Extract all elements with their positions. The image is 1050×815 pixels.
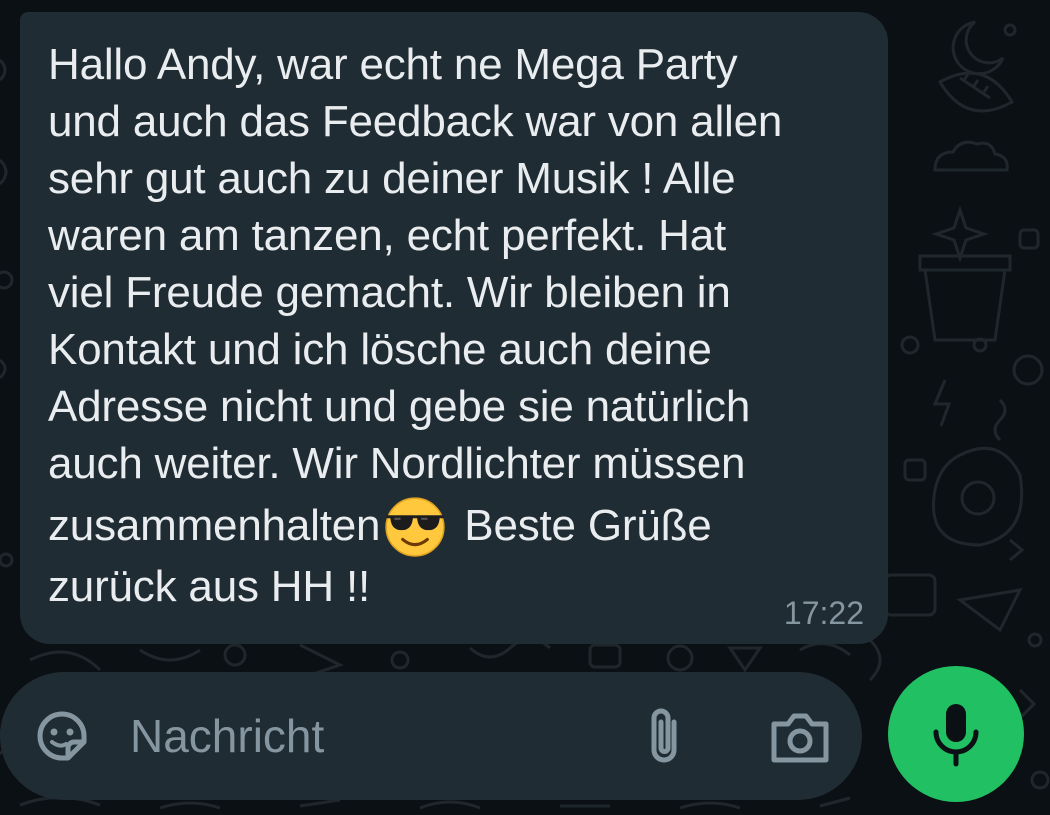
message-text-part-1: Hallo Andy, war echt ne Mega Party und a… [48, 40, 783, 550]
message-composer[interactable]: Nachricht [0, 672, 862, 800]
message-bubble[interactable]: Hallo Andy, war echt ne Mega Party und a… [20, 12, 888, 644]
sticker-icon[interactable] [32, 706, 92, 766]
sunglasses-emoji-icon [385, 497, 445, 557]
paperclip-icon[interactable] [640, 704, 688, 768]
voice-message-button[interactable] [888, 666, 1024, 802]
message-timestamp: 17:22 [783, 595, 864, 631]
camera-icon[interactable] [768, 710, 832, 766]
message-text: Hallo Andy, war echt ne Mega Party und a… [48, 36, 862, 615]
message-input[interactable]: Nachricht [130, 708, 324, 764]
chat-area: Hallo Andy, war echt ne Mega Party und a… [0, 0, 1050, 815]
microphone-icon [933, 704, 979, 767]
